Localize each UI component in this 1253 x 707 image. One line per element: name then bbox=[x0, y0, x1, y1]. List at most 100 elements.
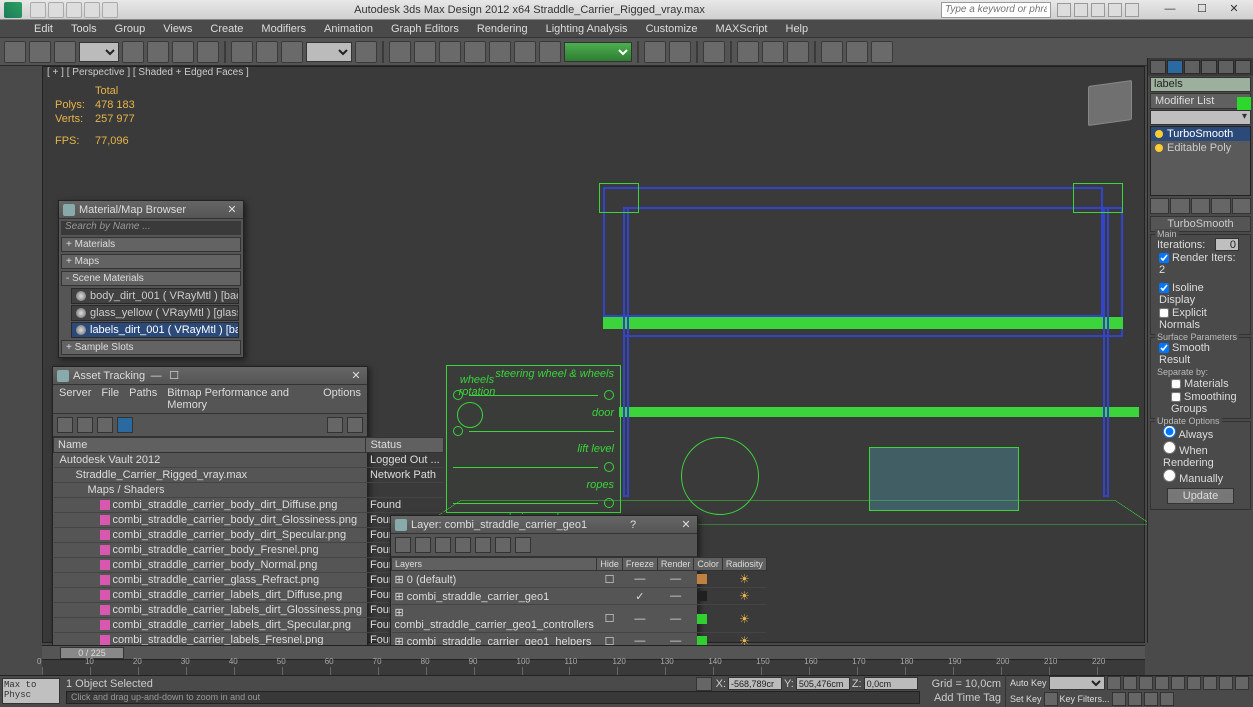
material-browser-close-button[interactable]: ✕ bbox=[225, 203, 239, 216]
asset-menu-server[interactable]: Server bbox=[59, 387, 91, 411]
material-editor-icon[interactable] bbox=[787, 41, 809, 63]
select-by-name-icon[interactable] bbox=[147, 41, 169, 63]
layer-close-button[interactable]: ✕ bbox=[679, 518, 693, 531]
object-color-swatch[interactable] bbox=[1237, 97, 1251, 111]
nav-zoomext-icon[interactable] bbox=[1235, 676, 1249, 690]
manipulate-icon[interactable] bbox=[389, 41, 411, 63]
spinner-snap-icon[interactable] bbox=[514, 41, 536, 63]
asset-close-button[interactable]: ✕ bbox=[349, 369, 363, 382]
layer-col-hide[interactable]: Hide bbox=[597, 558, 623, 571]
asset-list-icon[interactable] bbox=[97, 417, 113, 433]
sep-materials-checkbox[interactable] bbox=[1171, 379, 1181, 389]
percent-snap-icon[interactable] bbox=[489, 41, 511, 63]
rendered-frame-icon[interactable] bbox=[846, 41, 868, 63]
asset-refresh-icon[interactable] bbox=[57, 417, 73, 433]
setkey-button[interactable]: Set Key bbox=[1010, 694, 1042, 704]
snap-toggle-icon[interactable] bbox=[439, 41, 461, 63]
qat-undo-icon[interactable] bbox=[84, 2, 100, 18]
mirror-icon[interactable] bbox=[644, 41, 666, 63]
asset-menu-paths[interactable]: Paths bbox=[129, 387, 157, 411]
nav-orbit-icon[interactable] bbox=[1112, 692, 1126, 706]
render-production-icon[interactable] bbox=[871, 41, 893, 63]
layer-row[interactable]: ⊞ combi_straddle_carrier_geo1_controller… bbox=[392, 605, 767, 633]
selection-lock-icon[interactable] bbox=[696, 677, 712, 691]
utilities-tab-icon[interactable] bbox=[1235, 60, 1251, 74]
minimize-button[interactable]: — bbox=[1155, 2, 1185, 18]
maxscript-mini-listener[interactable]: Max to Physc bbox=[2, 678, 60, 704]
asset-row[interactable]: combi_straddle_carrier_labels_dirt_Specu… bbox=[54, 618, 444, 633]
asset-row[interactable]: combi_straddle_carrier_body_dirt_Diffuse… bbox=[54, 498, 444, 513]
show-end-result-icon[interactable] bbox=[1170, 198, 1189, 214]
display-tab-icon[interactable] bbox=[1218, 60, 1234, 74]
asset-row[interactable]: Autodesk Vault 2012Logged Out ... bbox=[54, 453, 444, 468]
menu-modifiers[interactable]: Modifiers bbox=[253, 21, 314, 37]
menu-views[interactable]: Views bbox=[155, 21, 200, 37]
hierarchy-tab-icon[interactable] bbox=[1184, 60, 1200, 74]
nav-zoom-icon[interactable] bbox=[1203, 676, 1217, 690]
isoline-checkbox[interactable] bbox=[1159, 283, 1169, 293]
remove-modifier-icon[interactable] bbox=[1211, 198, 1230, 214]
layer-col-radiosity[interactable]: Radiosity bbox=[722, 558, 766, 571]
asset-row[interactable]: combi_straddle_carrier_body_Fresnel.pngF… bbox=[54, 543, 444, 558]
maps-category[interactable]: + Maps bbox=[61, 254, 241, 269]
menu-lighting-analysis[interactable]: Lighting Analysis bbox=[538, 21, 636, 37]
layer-col-color[interactable]: Color bbox=[694, 558, 723, 571]
layer-col-layers[interactable]: Layers bbox=[392, 558, 597, 571]
coord-y-input[interactable] bbox=[796, 677, 850, 690]
qat-redo-icon[interactable] bbox=[102, 2, 118, 18]
layer-row[interactable]: ⊞ combi_straddle_carrier_geo1✓—☀ bbox=[392, 588, 767, 605]
nav-maximize-icon[interactable] bbox=[1160, 692, 1174, 706]
asset-row[interactable]: Straddle_Carrier_Rigged_vray.maxNetwork … bbox=[54, 468, 444, 483]
keyboard-shortcut-icon[interactable] bbox=[414, 41, 436, 63]
modifier-list-dropdown[interactable] bbox=[1150, 110, 1251, 125]
door-slider[interactable] bbox=[453, 426, 463, 436]
maximize-button[interactable]: ☐ bbox=[1187, 2, 1217, 18]
goto-end-icon[interactable] bbox=[1171, 676, 1185, 690]
asset-row[interactable]: combi_straddle_carrier_body_Normal.pngFo… bbox=[54, 558, 444, 573]
nav-roll-icon[interactable] bbox=[1128, 692, 1142, 706]
selection-filter-dropdown[interactable]: All bbox=[79, 42, 119, 62]
schematic-view-icon[interactable] bbox=[762, 41, 784, 63]
asset-row[interactable]: combi_straddle_carrier_body_dirt_Specula… bbox=[54, 528, 444, 543]
sample-slots-category[interactable]: + Sample Slots bbox=[61, 340, 241, 355]
bind-spacewarp-icon[interactable] bbox=[54, 41, 76, 63]
sep-groups-checkbox[interactable] bbox=[1171, 392, 1181, 402]
bulb-icon[interactable] bbox=[1155, 130, 1163, 138]
key-big-icon[interactable] bbox=[1044, 692, 1058, 706]
asset-row[interactable]: combi_straddle_carrier_body_dirt_Glossin… bbox=[54, 513, 444, 528]
viewcube-icon[interactable] bbox=[1088, 80, 1132, 126]
scene-material-item[interactable]: body_dirt_001 ( VRayMtl ) [back_rubber, … bbox=[71, 288, 239, 304]
help-icon[interactable] bbox=[1125, 3, 1139, 17]
coord-z-input[interactable] bbox=[864, 677, 918, 690]
menu-customize[interactable]: Customize bbox=[638, 21, 706, 37]
play-icon[interactable] bbox=[1139, 676, 1153, 690]
materials-category[interactable]: + Materials bbox=[61, 237, 241, 252]
update-always-radio[interactable] bbox=[1163, 425, 1176, 438]
prev-frame-icon[interactable] bbox=[1123, 676, 1137, 690]
menu-graph-editors[interactable]: Graph Editors bbox=[383, 21, 467, 37]
ref-coord-dropdown[interactable]: View bbox=[306, 42, 352, 62]
material-search-input[interactable]: Search by Name ... bbox=[61, 221, 241, 235]
rotate-icon[interactable] bbox=[256, 41, 278, 63]
asset-menu-file[interactable]: File bbox=[101, 387, 119, 411]
scene-materials-category[interactable]: - Scene Materials bbox=[61, 271, 241, 286]
pin-stack-icon[interactable] bbox=[1150, 198, 1169, 214]
nav-pan-icon[interactable] bbox=[1187, 676, 1201, 690]
named-selection-dropdown[interactable]: Create Selection Se bbox=[564, 42, 632, 62]
wheels-rotation-dial[interactable] bbox=[457, 402, 483, 428]
edit-named-sel-icon[interactable] bbox=[539, 41, 561, 63]
iterations-spinner[interactable]: 0 bbox=[1215, 238, 1239, 251]
asset-log-icon[interactable] bbox=[327, 417, 343, 433]
window-crossing-icon[interactable] bbox=[197, 41, 219, 63]
asset-table-icon[interactable] bbox=[117, 417, 133, 433]
layer-manager-icon[interactable] bbox=[703, 41, 725, 63]
key-filters-button[interactable]: Key Filters... bbox=[1060, 694, 1110, 704]
use-center-icon[interactable] bbox=[355, 41, 377, 63]
asset-options-icon[interactable] bbox=[347, 417, 363, 433]
asset-row[interactable]: combi_straddle_carrier_glass_Refract.png… bbox=[54, 573, 444, 588]
new-layer-icon[interactable] bbox=[395, 537, 411, 553]
menu-animation[interactable]: Animation bbox=[316, 21, 381, 37]
layer-row[interactable]: ⊞ 0 (default)☐——☀ bbox=[392, 571, 767, 588]
asset-maximize-button[interactable]: ☐ bbox=[167, 369, 181, 382]
explicit-normals-checkbox[interactable] bbox=[1159, 308, 1169, 318]
